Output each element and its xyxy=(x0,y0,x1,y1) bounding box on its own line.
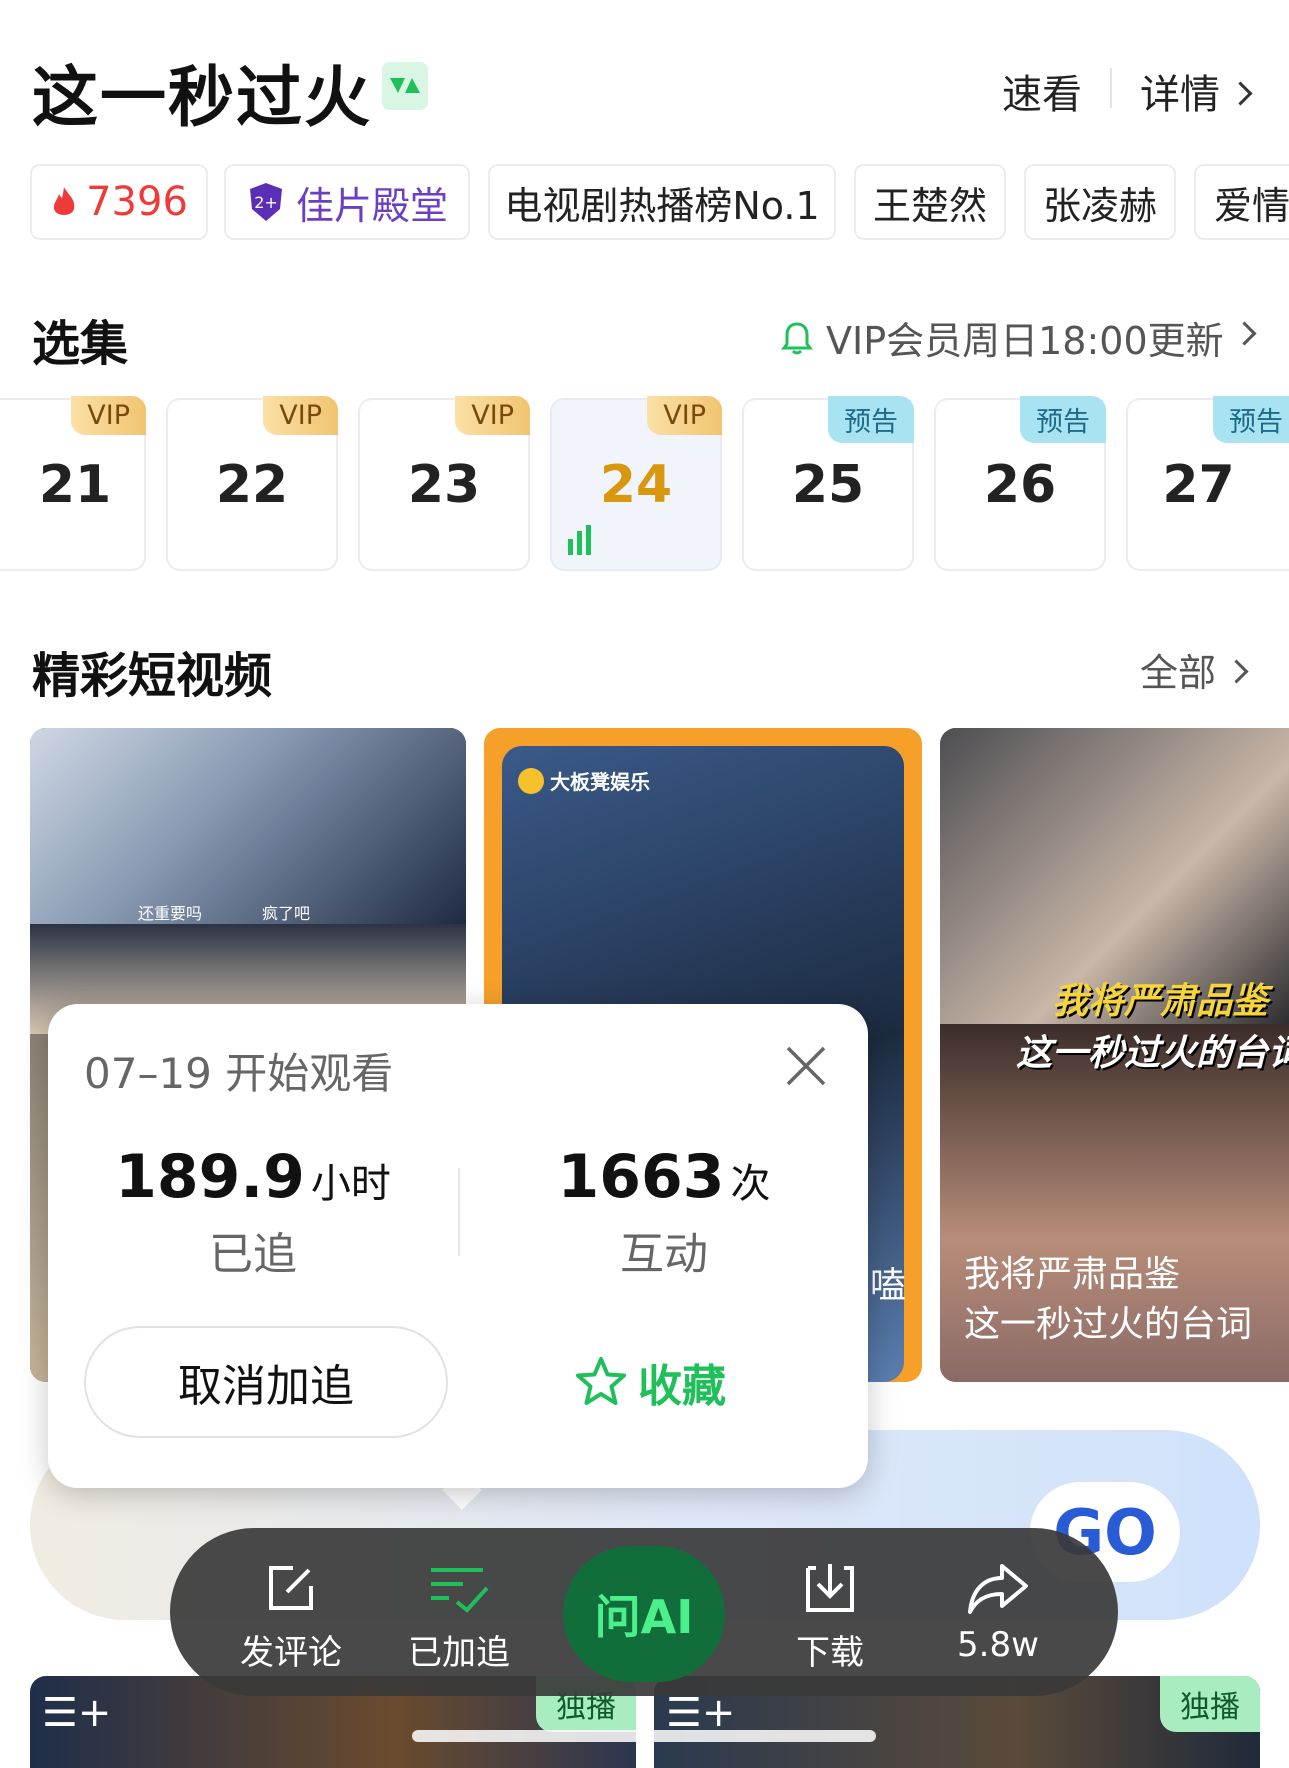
comment-button[interactable]: 发评论 xyxy=(226,1560,356,1674)
comment-label: 发评论 xyxy=(240,1633,342,1673)
preview-badge: 预告 xyxy=(1213,396,1289,443)
tag-genre[interactable]: 爱情 xyxy=(1194,164,1289,240)
favorite-label: 收藏 xyxy=(638,1361,726,1412)
quick-view-link[interactable]: 速看 xyxy=(1002,62,1082,120)
brand-logo-icon xyxy=(518,767,544,794)
vip-badge: VIP xyxy=(263,396,338,435)
favorite-button[interactable]: 收藏 xyxy=(468,1326,832,1438)
short-video-card-3[interactable]: 我将严肃品鉴 这一秒过火的台词 我将严肃品鉴 这一秒过火的台词 xyxy=(940,728,1289,1382)
chevron-right-icon xyxy=(1232,321,1257,346)
chevron-right-icon xyxy=(1224,659,1249,684)
platform-badge-icon xyxy=(382,62,428,110)
details-label: 详情 xyxy=(1140,72,1220,118)
interactions-label: 互动 xyxy=(620,1229,708,1280)
preview-badge: 预告 xyxy=(1020,396,1106,443)
video-caption: 还重要吗 xyxy=(138,904,203,923)
episode-23[interactable]: VIP 23 xyxy=(358,396,530,571)
episode-24-playing[interactable]: VIP 24 xyxy=(550,396,722,571)
heat-value: 7396 xyxy=(86,179,188,225)
share-count: 5.8w xyxy=(957,1625,1039,1665)
followed-button[interactable]: 已加追 xyxy=(394,1560,524,1674)
episode-26[interactable]: 预告 26 xyxy=(934,396,1106,571)
exclusive-badge: 独播 xyxy=(1160,1676,1260,1732)
hours-stat: 189.9 小时 已追 xyxy=(48,1142,458,1282)
watch-start-date: 07–19 开始观看 xyxy=(84,1049,394,1098)
episode-number: 23 xyxy=(407,454,481,515)
svg-text:2+: 2+ xyxy=(254,193,278,212)
flame-icon xyxy=(53,187,75,215)
episode-number: 22 xyxy=(215,454,289,515)
download-button[interactable]: 下载 xyxy=(765,1560,895,1674)
home-indicator xyxy=(412,1730,876,1742)
episode-number: 26 xyxy=(983,454,1057,515)
episode-25[interactable]: 预告 25 xyxy=(742,396,914,571)
hours-label: 已追 xyxy=(209,1229,297,1280)
video-thumbnail xyxy=(30,728,466,924)
award-shield-icon: 2+ xyxy=(249,183,282,221)
playlist-add-icon: ☰+ xyxy=(42,1690,112,1736)
vip-badge: VIP xyxy=(455,396,530,435)
episode-21[interactable]: VIP 21 xyxy=(0,396,146,571)
episode-number: 25 xyxy=(791,454,865,515)
bell-icon xyxy=(781,321,813,354)
now-playing-icon xyxy=(568,525,591,555)
star-icon xyxy=(576,1357,626,1405)
share-button[interactable]: 5.8w xyxy=(933,1560,1063,1665)
share-icon xyxy=(968,1564,1028,1614)
show-title: 这一秒过火 xyxy=(32,59,372,136)
followed-check-icon xyxy=(431,1568,489,1613)
interactions-unit: 次 xyxy=(730,1161,771,1207)
close-icon[interactable] xyxy=(784,1044,828,1088)
edit-icon xyxy=(269,1566,313,1610)
hours-value: 189.9 xyxy=(115,1142,305,1212)
tag-ranking[interactable]: 电视剧热播榜No.1 xyxy=(488,164,836,240)
episode-27[interactable]: 预告 27 xyxy=(1126,396,1289,571)
ask-ai-button[interactable]: 问AI xyxy=(563,1546,725,1682)
details-link[interactable]: 详情 xyxy=(1140,62,1253,120)
overlay-subtitle: 这一秒过火的台词 xyxy=(1016,1033,1289,1074)
interactions-value: 1663 xyxy=(557,1142,725,1212)
tag-heat[interactable]: 7396 xyxy=(30,164,208,240)
download-label: 下载 xyxy=(796,1633,864,1673)
download-icon xyxy=(806,1564,854,1612)
channel-brand: 大板凳娱乐 xyxy=(518,766,650,795)
all-label: 全部 xyxy=(1140,651,1217,695)
episode-number: 27 xyxy=(1162,454,1235,515)
cancel-follow-button[interactable]: 取消加追 xyxy=(84,1326,448,1438)
episodes-heading: 选集 xyxy=(32,316,129,372)
tag-actor-2[interactable]: 张凌赫 xyxy=(1024,164,1176,240)
video-caption: 疯了吧 xyxy=(262,904,311,923)
brand-name: 大板凳娱乐 xyxy=(550,770,650,794)
shorts-heading: 精彩短视频 xyxy=(32,648,273,704)
award-label: 佳片殿堂 xyxy=(295,183,448,228)
overlay-title: 我将严肃品鉴 xyxy=(1052,981,1269,1022)
tag-award[interactable]: 2+ 佳片殿堂 xyxy=(224,164,470,240)
vip-badge: VIP xyxy=(647,396,722,435)
hours-unit: 小时 xyxy=(310,1161,391,1207)
shorts-all-link[interactable]: 全部 xyxy=(1140,642,1249,697)
update-schedule-link[interactable]: VIP会员周日18:00更新 xyxy=(780,310,1257,365)
header-divider xyxy=(1110,68,1112,108)
episode-22[interactable]: VIP 22 xyxy=(166,396,338,571)
chevron-right-icon xyxy=(1228,80,1253,106)
episode-number: 24 xyxy=(599,454,673,515)
interactions-stat: 1663 次 互动 xyxy=(460,1142,868,1282)
followed-label: 已加追 xyxy=(408,1633,510,1673)
watch-stats-popup: 07–19 开始观看 189.9 小时 已追 1663 次 互动 取消加追 收藏 xyxy=(48,1004,868,1488)
preview-badge: 预告 xyxy=(828,396,914,443)
update-note: VIP会员周日18:00更新 xyxy=(826,319,1224,363)
vip-badge: VIP xyxy=(71,396,146,435)
tag-actor-1[interactable]: 王楚然 xyxy=(854,164,1006,240)
episode-number: 21 xyxy=(38,454,112,515)
video-caption-edge: 嗑 xyxy=(870,1265,907,1306)
video-caption: 我将严肃品鉴 这一秒过火的台词 xyxy=(964,1254,1253,1345)
